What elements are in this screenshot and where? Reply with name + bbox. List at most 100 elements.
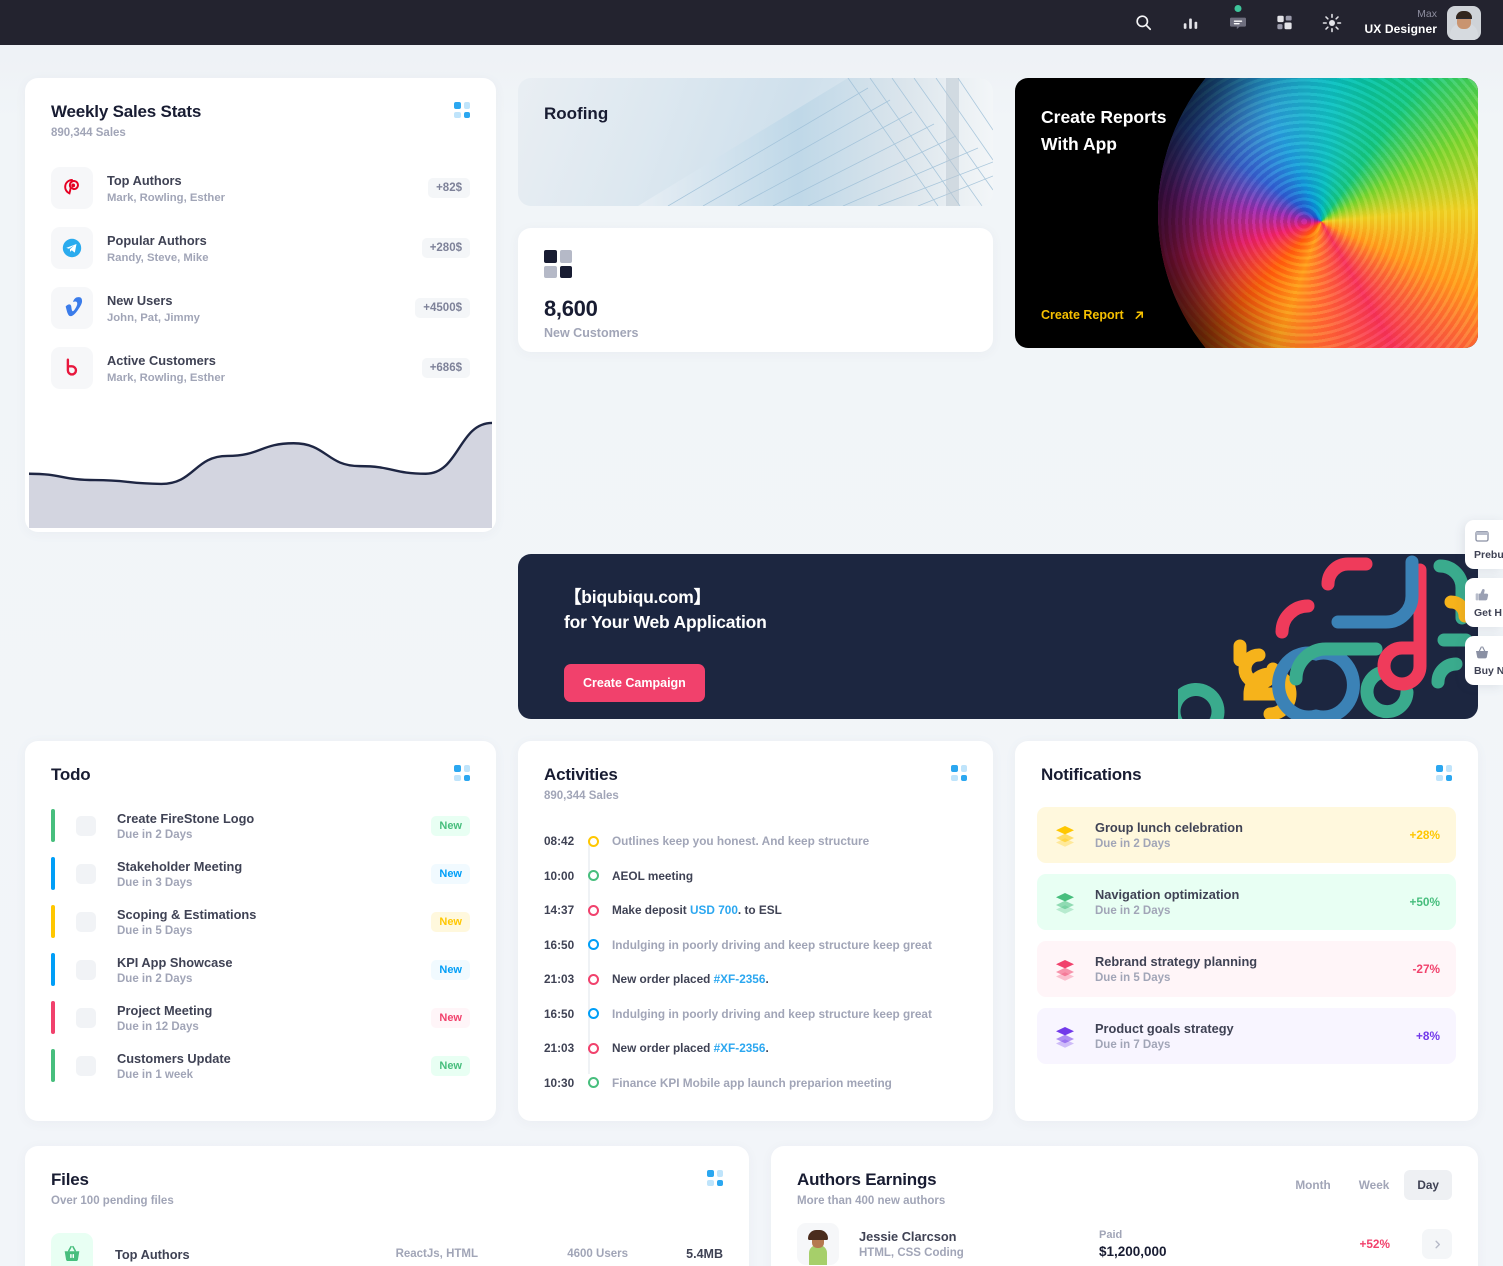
todo-checkbox[interactable]: [76, 959, 96, 980]
create-campaign-button[interactable]: Create Campaign: [564, 664, 705, 702]
user-text: Max UX Designer: [1365, 8, 1437, 36]
list-item[interactable]: KPI App Showcase Due in 2 Days New: [51, 953, 470, 986]
notification-title: Navigation optimization: [1095, 887, 1240, 902]
todo-checkbox[interactable]: [76, 1007, 96, 1028]
new-customers-value: 8,600: [544, 296, 598, 321]
activities-header: Activities 890,344 Sales: [518, 741, 993, 802]
todo-item-title: Project Meeting: [117, 1002, 213, 1018]
activity-link[interactable]: #XF-2356: [714, 1041, 766, 1055]
roofing-card[interactable]: Roofing: [518, 78, 993, 206]
list-item: 08:42 Outlines keep you honest. And keep …: [544, 824, 967, 859]
notifications-header: Notifications: [1015, 741, 1478, 785]
todo-checkbox[interactable]: [76, 815, 96, 836]
list-item[interactable]: Rebrand strategy planning Due in 5 Days -2…: [1037, 941, 1456, 997]
activities-subtitle: 890,344 Sales: [544, 790, 619, 802]
list-item[interactable]: Navigation optimization Due in 2 Days +50%: [1037, 874, 1456, 930]
notifications-card: Notifications Group lunch celebration Due…: [1015, 741, 1478, 1121]
list-item[interactable]: Product goals strategy Due in 7 Days +8%: [1037, 1008, 1456, 1064]
todo-item-due: Due in 1 week: [117, 1068, 194, 1081]
drawer-item-get-help[interactable]: Get H: [1465, 578, 1503, 627]
list-item-people: Mark, Rowling, Esther: [107, 191, 226, 204]
tab-day[interactable]: Day: [1404, 1170, 1452, 1200]
earnings-header: Authors Earnings More than 400 new autho…: [771, 1146, 1478, 1207]
earnings-title: Authors Earnings: [797, 1170, 937, 1189]
new-customers-card: 8,600 New Customers: [518, 228, 993, 352]
drawer-item-buy-now[interactable]: Buy N: [1465, 636, 1503, 685]
top-bar: Max UX Designer: [0, 0, 1503, 45]
list-item[interactable]: Scoping & Estimations Due in 5 Days New: [51, 905, 470, 938]
activity-link[interactable]: USD 700: [690, 903, 738, 917]
campaign-row: 【biqubiqu.com】 for Your Web Application …: [25, 532, 1478, 719]
todo-checkbox[interactable]: [76, 911, 96, 932]
bar-chart-icon[interactable]: [1174, 6, 1208, 40]
activity-time: 08:42: [544, 834, 575, 849]
user-menu[interactable]: Max UX Designer: [1365, 5, 1481, 40]
notification-percent: +8%: [1416, 1029, 1440, 1043]
brightness-icon[interactable]: [1315, 6, 1349, 40]
activity-link[interactable]: #XF-2356: [714, 972, 766, 986]
activity-text: AEOL meeting: [612, 868, 694, 883]
avatar[interactable]: [1447, 5, 1481, 40]
activity-time: 16:50: [544, 937, 575, 952]
chevron-right-icon[interactable]: [1422, 1229, 1452, 1259]
right-drawer: Prebu Get H Buy N: [1465, 520, 1503, 694]
activity-text: Indulging in poorly driving and keep str…: [612, 1006, 932, 1021]
abstract-decoration: [1167, 554, 1478, 719]
paid-amount: $1,200,000: [1099, 1244, 1167, 1259]
list-item[interactable]: Popular Authors Randy, Steve, Mike +280$: [51, 227, 470, 269]
create-report-link[interactable]: Create Report: [1041, 308, 1146, 322]
todo-checkbox[interactable]: [76, 863, 96, 884]
notifications-list: Group lunch celebration Due in 2 Days +28%…: [1015, 785, 1478, 1064]
card-menu-icon[interactable]: [454, 765, 470, 781]
list-item[interactable]: Create FireStone Logo Due in 2 Days New: [51, 809, 470, 842]
apps-grid-icon[interactable]: [1268, 6, 1302, 40]
list-item[interactable]: Top Authors Mark, Rowling, Esther +82$: [51, 167, 470, 209]
weekly-sales-subtitle: 890,344 Sales: [51, 127, 126, 139]
chat-bubble-icon[interactable]: [1221, 4, 1255, 40]
create-reports-card[interactable]: Create Reports With App Create Report: [1015, 78, 1478, 348]
drawer-item-prebuilt[interactable]: Prebu: [1465, 520, 1503, 569]
list-item[interactable]: New Users John, Pat, Jimmy +4500$: [51, 287, 470, 329]
activity-time: 14:37: [544, 903, 575, 918]
activity-dot-icon: [588, 1077, 599, 1089]
notification-title: Group lunch celebration: [1095, 820, 1243, 835]
todo-color-bar: [51, 953, 55, 986]
list-item[interactable]: Customers Update Due in 1 week New: [51, 1049, 470, 1082]
list-item[interactable]: Group lunch celebration Due in 2 Days +28%: [1037, 807, 1456, 863]
activity-text: Outlines keep you honest. And keep struc…: [612, 834, 870, 849]
todo-color-bar: [51, 905, 55, 938]
drawer-label-prebuilt: Prebu: [1474, 549, 1503, 561]
todo-checkbox[interactable]: [76, 1055, 96, 1076]
campaign-banner: 【biqubiqu.com】 for Your Web Application …: [518, 554, 1478, 719]
dashboard-row-3: Files Over 100 pending files Top Authors…: [25, 1146, 1478, 1266]
table-row[interactable]: Top Authors ReactJs, HTML 4600 Users 5.4MB: [51, 1233, 723, 1266]
basket-icon: [51, 1233, 93, 1266]
list-item[interactable]: Stakeholder Meeting Due in 3 Days New: [51, 857, 470, 890]
activity-text: New order placed #XF-2356.: [612, 972, 769, 987]
todo-item-title: Scoping & Estimations: [117, 906, 257, 922]
card-menu-icon[interactable]: [951, 765, 967, 781]
card-menu-icon[interactable]: [707, 1170, 723, 1186]
notification-percent: +28%: [1409, 828, 1440, 842]
author-name: Jessie Clarcson: [859, 1229, 957, 1244]
drawer-label-buy-now: Buy N: [1474, 665, 1503, 677]
activity-dot-icon: [588, 904, 599, 916]
create-reports-line1: Create Reports: [1041, 107, 1167, 127]
status-badge: New: [431, 815, 470, 836]
campaign-line2: for Your Web Application: [564, 612, 767, 632]
card-menu-icon[interactable]: [454, 102, 470, 118]
arrow-right-icon: [1135, 310, 1143, 319]
notification-title: Product goals strategy: [1095, 1021, 1234, 1036]
tab-week[interactable]: Week: [1346, 1170, 1403, 1200]
campaign-line1: 【biqubiqu.com】: [564, 587, 711, 607]
table-row[interactable]: Jessie Clarcson HTML, CSS Coding Paid $1,20…: [797, 1223, 1452, 1265]
list-item-people: Mark, Rowling, Esther: [107, 371, 226, 384]
tab-month[interactable]: Month: [1282, 1170, 1343, 1200]
list-item-title: Top Authors: [107, 173, 182, 189]
card-menu-icon[interactable]: [1436, 765, 1452, 781]
search-icon[interactable]: [1127, 6, 1161, 40]
list-item[interactable]: Project Meeting Due in 12 Days New: [51, 1001, 470, 1034]
page-title: Weekly Sales Stats: [51, 102, 202, 121]
top-bar-icons: [1127, 4, 1349, 40]
dashboard-row-1: Weekly Sales Stats 890,344 Sales Top Aut…: [25, 78, 1478, 532]
